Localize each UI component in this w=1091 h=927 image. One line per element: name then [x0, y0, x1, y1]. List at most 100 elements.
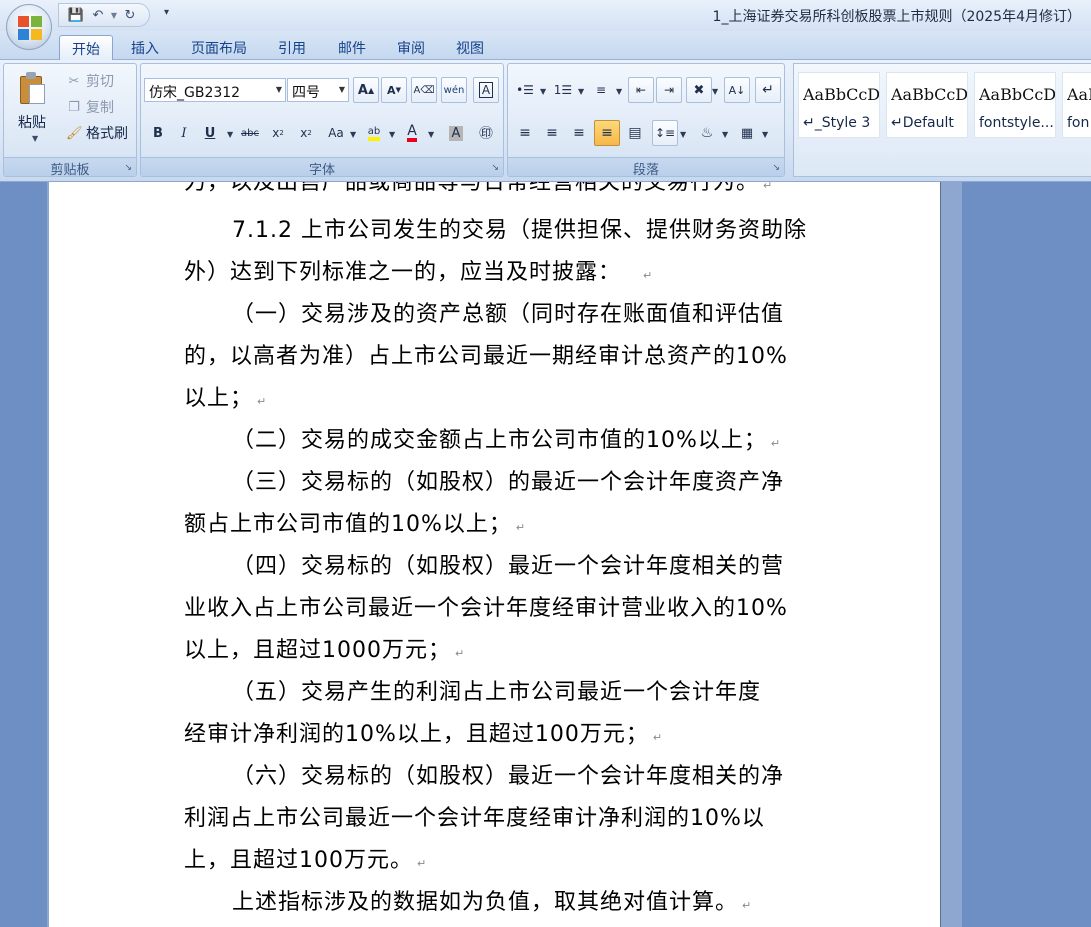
numbering-icon[interactable]: 1☰: [550, 77, 576, 103]
paste-icon[interactable]: [18, 72, 50, 108]
bold-icon[interactable]: B: [145, 120, 171, 146]
borders-icon[interactable]: ▦: [734, 120, 760, 146]
multilevel-list-icon[interactable]: ≡: [588, 77, 614, 103]
tab-references[interactable]: 引用: [270, 35, 314, 60]
numbering-dropdown-icon[interactable]: ▼: [578, 87, 584, 96]
line-spacing-icon[interactable]: ↕≡: [652, 120, 678, 146]
font-size-combo[interactable]: 四号 ▼: [287, 78, 349, 102]
chinese-layout-dropdown-icon[interactable]: ▼: [712, 87, 718, 96]
style-card[interactable]: AaBbCcD ↵_Style 3: [798, 72, 880, 138]
font-size-dropdown-icon[interactable]: ▼: [339, 85, 345, 94]
cut-label: 剪切: [86, 74, 114, 90]
underline-dropdown-icon[interactable]: ▼: [227, 130, 233, 139]
highlight-icon[interactable]: ab: [361, 120, 387, 146]
font-launcher-icon[interactable]: ↘: [491, 163, 499, 173]
save-icon[interactable]: 💾: [65, 5, 87, 25]
undo-icon[interactable]: ↶: [87, 5, 109, 25]
cut-button[interactable]: ✂ 剪切: [66, 71, 114, 91]
document-page[interactable]: 力，以及出售产品或商品等与日常经营相关的交易行为。 ↵ 7.1.2 上市公司发生的…: [49, 182, 941, 927]
tab-view[interactable]: 视图: [448, 35, 492, 60]
text-line[interactable]: （四）交易标的（如股权）最近一个会计年度相关的营: [184, 552, 784, 582]
phonetic-guide-icon[interactable]: wén: [441, 77, 467, 103]
clear-formatting-icon[interactable]: A⌫: [411, 77, 437, 103]
text-line[interactable]: （一）交易涉及的资产总额（同时存在账面值和评估值: [184, 300, 784, 330]
style-card[interactable]: AaB fon: [1062, 72, 1091, 138]
italic-icon[interactable]: I: [171, 120, 197, 146]
font-name-dropdown-icon[interactable]: ▼: [276, 85, 282, 94]
tab-review[interactable]: 审阅: [389, 35, 433, 60]
distributed-icon[interactable]: ▤: [622, 120, 648, 146]
bullets-dropdown-icon[interactable]: ▼: [540, 87, 546, 96]
text-line[interactable]: 7.1.2 上市公司发生的交易（提供担保、提供财务资助除: [184, 216, 807, 246]
subscript-icon[interactable]: x2: [265, 120, 291, 146]
text-line[interactable]: 的，以高者为准）占上市公司最近一期经审计总资产的10%: [184, 342, 788, 372]
text-line[interactable]: 业收入占上市公司最近一个会计年度经审计营业收入的10%: [184, 594, 788, 624]
decrease-indent-icon[interactable]: ⇤: [628, 77, 654, 103]
paste-dropdown-icon[interactable]: ▼: [32, 134, 38, 143]
bullets-icon[interactable]: •☰: [512, 77, 538, 103]
justify-icon[interactable]: ≡: [594, 120, 620, 146]
text-line[interactable]: （五）交易产生的利润占上市公司最近一个会计年度: [184, 678, 761, 708]
style-card[interactable]: AaBbCcDc fontstyle...: [974, 72, 1056, 138]
undo-dropdown-icon[interactable]: ▼: [109, 5, 119, 25]
character-border-icon[interactable]: A: [473, 77, 499, 103]
copy-button[interactable]: ❐ 复制: [66, 97, 114, 117]
align-center-icon[interactable]: ≡: [539, 120, 565, 146]
line-spacing-dropdown-icon[interactable]: ▼: [680, 130, 686, 139]
paragraph-launcher-icon[interactable]: ↘: [772, 163, 780, 173]
shrink-font-icon[interactable]: A ▼: [381, 77, 407, 103]
tab-insert[interactable]: 插入: [123, 35, 167, 60]
style-preview: AaBbCcD: [803, 85, 879, 104]
text-line[interactable]: （六）交易标的（如股权）最近一个会计年度相关的净: [184, 762, 784, 792]
text-line[interactable]: 以上； ↵: [184, 384, 267, 417]
character-shading-icon[interactable]: A: [443, 120, 469, 146]
quick-access-toolbar: 💾 ↶ ▼ ↻: [58, 3, 150, 27]
enclose-characters-icon[interactable]: ㊞: [473, 120, 499, 146]
grow-font-icon[interactable]: A ▲: [353, 77, 379, 103]
text-line[interactable]: 利润占上市公司最近一个会计年度经审计净利润的10%以: [184, 804, 765, 834]
show-hide-marks-icon[interactable]: ↵: [755, 77, 781, 103]
office-button[interactable]: [6, 4, 52, 50]
change-case-dropdown-icon[interactable]: ▼: [350, 130, 356, 139]
tab-page-layout[interactable]: 页面布局: [183, 35, 255, 60]
highlight-dropdown-icon[interactable]: ▼: [389, 130, 395, 139]
customize-qat-icon[interactable]: ▾: [164, 7, 169, 18]
style-card[interactable]: AaBbCcDc ↵Default: [886, 72, 968, 138]
clipboard-launcher-icon[interactable]: ↘: [124, 163, 132, 173]
text-line[interactable]: （二）交易的成交金额占上市公司市值的10%以上； ↵: [184, 426, 781, 459]
font-name-combo[interactable]: 仿宋_GB2312 ▼: [144, 78, 286, 102]
text-line[interactable]: 外）达到下列标准之一的，应当及时披露： ↵: [184, 258, 653, 291]
format-painter-button[interactable]: 🖌 格式刷: [66, 123, 128, 143]
underline-icon[interactable]: U: [197, 120, 223, 146]
font-group: 仿宋_GB2312 ▼ 四号 ▼ A ▲ A ▼ A⌫ wén A B I U ▼ …: [140, 63, 504, 178]
align-right-icon[interactable]: ≡: [566, 120, 592, 146]
document-area[interactable]: 力，以及出售产品或商品等与日常经营相关的交易行为。 ↵ 7.1.2 上市公司发生的…: [0, 182, 1091, 927]
change-case-icon[interactable]: Aa: [323, 120, 349, 146]
font-name-value: 仿宋_GB2312: [149, 85, 241, 101]
text-line[interactable]: 以上，且超过1000万元； ↵: [184, 636, 465, 669]
text-line[interactable]: 经审计净利润的10%以上，且超过100万元； ↵: [184, 720, 663, 753]
text-line[interactable]: 上，且超过100万元。 ↵: [184, 846, 427, 879]
text-line[interactable]: 额占上市公司市值的10%以上； ↵: [184, 510, 526, 543]
superscript-icon[interactable]: x2: [293, 120, 319, 146]
shading-icon[interactable]: ♨: [694, 120, 720, 146]
style-preview: AaB: [1067, 85, 1091, 104]
font-color-dropdown-icon[interactable]: ▼: [428, 130, 434, 139]
font-color-icon[interactable]: A: [399, 120, 425, 146]
tab-home[interactable]: 开始: [59, 35, 113, 61]
text-line[interactable]: 力，以及出售产品或商品等与日常经营相关的交易行为。 ↵: [184, 182, 773, 201]
borders-dropdown-icon[interactable]: ▼: [762, 130, 768, 139]
shading-dropdown-icon[interactable]: ▼: [722, 130, 728, 139]
strikethrough-icon[interactable]: abc: [237, 120, 263, 146]
paste-button[interactable]: 粘贴: [18, 112, 46, 132]
multilevel-list-dropdown-icon[interactable]: ▼: [616, 87, 622, 96]
chinese-layout-icon[interactable]: ✖: [686, 77, 712, 103]
text-line[interactable]: （三）交易标的（如股权）的最近一个会计年度资产净: [184, 468, 784, 498]
increase-indent-icon[interactable]: ⇥: [656, 77, 682, 103]
tab-mailings[interactable]: 邮件: [330, 35, 374, 60]
text-line[interactable]: 上述指标涉及的数据如为负值，取其绝对值计算。 ↵: [184, 888, 752, 921]
redo-icon[interactable]: ↻: [119, 5, 141, 25]
paragraph-group-label: 段落: [508, 157, 784, 178]
align-left-icon[interactable]: ≡: [512, 120, 538, 146]
sort-icon[interactable]: A↓: [724, 77, 750, 103]
